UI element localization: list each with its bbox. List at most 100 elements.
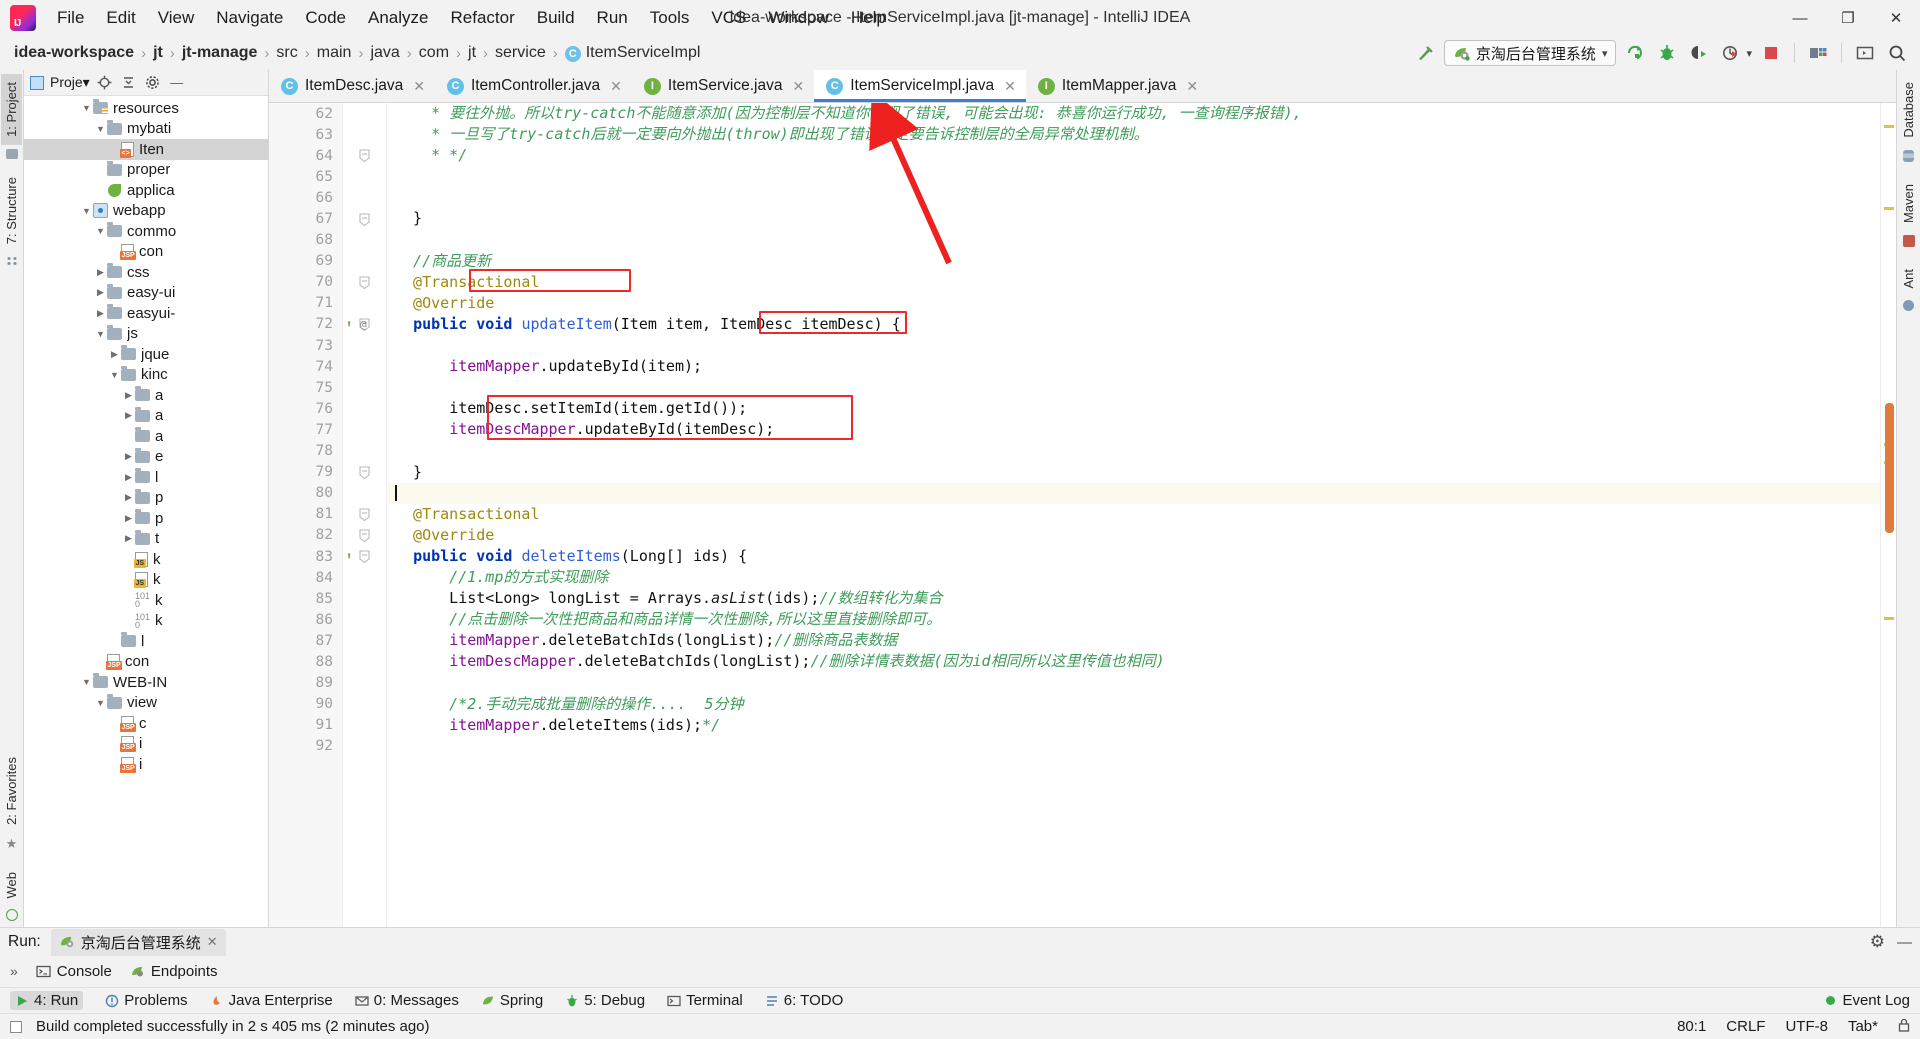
- sidebar-tab-web[interactable]: Web: [1, 864, 22, 907]
- tree-node[interactable]: ▼ kinc: [24, 365, 268, 386]
- chevron-right-icon[interactable]: ▶: [122, 409, 135, 422]
- menu-item-view[interactable]: View: [147, 4, 206, 32]
- chevron-right-icon[interactable]: ▶: [122, 450, 135, 463]
- menu-item-window[interactable]: Window: [757, 4, 839, 32]
- chevron-down-icon[interactable]: ▼: [94, 122, 107, 135]
- code-line[interactable]: public void deleteItems(Long[] ids) {: [387, 546, 1880, 567]
- menu-item-help[interactable]: Help: [840, 4, 897, 32]
- close-icon[interactable]: ✕: [207, 934, 218, 950]
- menu-item-code[interactable]: Code: [294, 4, 357, 32]
- tree-node[interactable]: ▶ l: [24, 467, 268, 488]
- fold-marker[interactable]: [343, 441, 386, 462]
- chevron-down-icon[interactable]: ▾: [1602, 47, 1608, 60]
- menu-item-analyze[interactable]: Analyze: [357, 4, 439, 32]
- search-everywhere-icon[interactable]: [1884, 40, 1910, 66]
- sidebar-tab-database[interactable]: Database: [1898, 74, 1919, 146]
- breadcrumb-item-com[interactable]: com: [415, 42, 453, 64]
- tree-node[interactable]: JS k: [24, 570, 268, 591]
- file-encoding[interactable]: UTF-8: [1785, 1018, 1828, 1035]
- tree-node[interactable]: JSP i: [24, 754, 268, 775]
- fold-marker[interactable]: [343, 124, 386, 145]
- fold-marker[interactable]: [343, 251, 386, 272]
- fold-marker[interactable]: [343, 525, 386, 546]
- tree-node[interactable]: ▶ easyui-: [24, 303, 268, 324]
- fold-marker[interactable]: [343, 230, 386, 251]
- tree-node[interactable]: JSP con: [24, 242, 268, 263]
- tree-node[interactable]: ▶ e: [24, 447, 268, 468]
- breadcrumb-item-itemserviceimpl[interactable]: C ItemServiceImpl: [561, 42, 705, 64]
- hammer-build-icon[interactable]: [1412, 40, 1438, 66]
- code-line[interactable]: [387, 441, 1880, 462]
- run-subtab-console[interactable]: Console: [36, 963, 112, 980]
- chevron-down-icon[interactable]: ▼: [94, 327, 107, 340]
- fold-marker[interactable]: [343, 103, 386, 124]
- settings-gear-icon[interactable]: [144, 74, 162, 92]
- fold-marker[interactable]: [343, 588, 386, 609]
- fold-marker[interactable]: [343, 651, 386, 672]
- chevron-down-icon[interactable]: ▼: [80, 676, 93, 689]
- sidebar-tab-project[interactable]: 1: Project: [1, 74, 22, 145]
- code-line[interactable]: [387, 736, 1880, 757]
- fold-marker[interactable]: [343, 272, 386, 293]
- chevron-right-icon[interactable]: ▶: [122, 532, 135, 545]
- fold-marker[interactable]: [343, 609, 386, 630]
- breadcrumb-item-idea-workspace[interactable]: idea-workspace: [10, 42, 138, 64]
- tree-node[interactable]: ▼ resources: [24, 98, 268, 119]
- sidebar-tab-structure[interactable]: 7: Structure: [1, 169, 22, 252]
- menu-item-tools[interactable]: Tools: [639, 4, 701, 32]
- tree-node[interactable]: a: [24, 426, 268, 447]
- fold-marker[interactable]: ⬆: [343, 546, 386, 567]
- tree-node[interactable]: ▼ mybati: [24, 119, 268, 140]
- tool-window-button-problems[interactable]: Problems: [105, 992, 188, 1009]
- run-subtab-endpoints[interactable]: Endpoints: [130, 963, 218, 980]
- sidebar-tab-maven[interactable]: Maven: [1898, 176, 1919, 231]
- hide-panel-icon[interactable]: —: [1897, 934, 1912, 951]
- fold-marker[interactable]: [343, 736, 386, 757]
- project-panel-title[interactable]: Proje▾: [50, 74, 90, 91]
- tree-node[interactable]: ▶ t: [24, 529, 268, 550]
- project-structure-icon[interactable]: [1805, 40, 1831, 66]
- tree-node[interactable]: ▶ a: [24, 406, 268, 427]
- code-line[interactable]: [387, 377, 1880, 398]
- tree-node[interactable]: 101 0 k: [24, 611, 268, 632]
- menu-item-file[interactable]: File: [46, 4, 95, 32]
- fold-marker[interactable]: [343, 504, 386, 525]
- line-separator[interactable]: CRLF: [1726, 1018, 1765, 1035]
- code-line[interactable]: @Override: [387, 293, 1880, 314]
- indent-setting[interactable]: Tab*: [1848, 1018, 1878, 1035]
- tree-node[interactable]: proper: [24, 160, 268, 181]
- menu-item-run[interactable]: Run: [586, 4, 639, 32]
- breadcrumb-item-jt[interactable]: jt: [464, 42, 480, 64]
- terminal-icon[interactable]: [1852, 40, 1878, 66]
- settings-gear-icon[interactable]: ⚙: [1870, 932, 1885, 952]
- editor-scrollbar-thumb[interactable]: [1885, 403, 1894, 533]
- editor-tab-itemservice[interactable]: I ItemService.java ✕: [631, 70, 815, 102]
- tree-node[interactable]: l: [24, 631, 268, 652]
- tree-node[interactable]: ▶ p: [24, 488, 268, 509]
- editor-tab-itemmapper[interactable]: I ItemMapper.java ✕: [1025, 70, 1209, 102]
- breadcrumb-item-src[interactable]: src: [272, 42, 301, 64]
- code-line[interactable]: /*2.手动完成批量删除的操作.... 5分钟: [387, 694, 1880, 715]
- tree-node[interactable]: ▼ view: [24, 693, 268, 714]
- chevron-right-icon[interactable]: ▶: [108, 348, 121, 361]
- tree-node[interactable]: 101 0 k: [24, 590, 268, 611]
- fold-marker-gutter[interactable]: @ ⬆ ⬆: [343, 103, 387, 927]
- chevron-down-icon[interactable]: ▼: [94, 225, 107, 238]
- fold-marker[interactable]: @ ⬆: [343, 314, 386, 335]
- chevron-right-icon[interactable]: ▶: [94, 286, 107, 299]
- code-line[interactable]: [387, 187, 1880, 208]
- chevron-down-icon[interactable]: ▼: [80, 204, 93, 217]
- code-line[interactable]: }: [387, 462, 1880, 483]
- code-line[interactable]: [387, 166, 1880, 187]
- breadcrumb-item-service[interactable]: service: [491, 42, 550, 64]
- tree-node[interactable]: JSP con: [24, 652, 268, 673]
- tool-window-button-5-debug[interactable]: 5: Debug: [565, 992, 645, 1009]
- close-icon[interactable]: ✕: [610, 78, 622, 95]
- tree-node[interactable]: applica: [24, 180, 268, 201]
- tree-node[interactable]: JSP c: [24, 713, 268, 734]
- menu-item-vcs[interactable]: VCS: [700, 4, 757, 32]
- code-line[interactable]: itemDescMapper.updateById(itemDesc);: [387, 419, 1880, 440]
- tool-window-button-terminal[interactable]: Terminal: [667, 992, 743, 1009]
- code-line[interactable]: itemMapper.deleteBatchIds(longList);//删除…: [387, 630, 1880, 651]
- chevron-down-icon[interactable]: ▼: [108, 368, 121, 381]
